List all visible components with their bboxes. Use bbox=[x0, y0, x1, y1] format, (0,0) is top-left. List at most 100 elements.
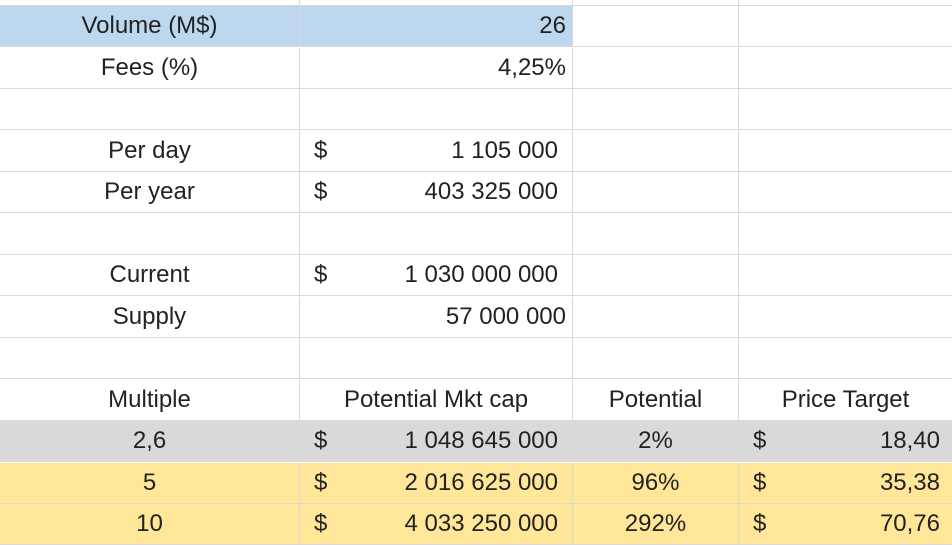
supply-value: 57 000 000 bbox=[445, 303, 566, 330]
grid-cell[interactable] bbox=[573, 131, 739, 172]
header-mkt-cap-cell[interactable]: Potential Mkt cap bbox=[300, 380, 573, 421]
grid-cell[interactable] bbox=[573, 48, 739, 89]
per-day-row: Per day $ 1 105 000 bbox=[0, 131, 952, 172]
potential-value: 2% bbox=[638, 427, 673, 454]
grid-cell[interactable] bbox=[739, 297, 952, 338]
grid-cell[interactable] bbox=[573, 338, 739, 379]
per-year-value: 403 325 000 bbox=[424, 178, 558, 205]
grid-cell[interactable] bbox=[300, 338, 573, 379]
grid-cell[interactable] bbox=[0, 214, 300, 255]
fees-row: Fees (%) 4,25% bbox=[0, 48, 952, 89]
multiple-value: 2,6 bbox=[132, 427, 167, 454]
mkt-cap-value: 2 016 625 000 bbox=[404, 469, 558, 496]
blank-row bbox=[0, 214, 952, 255]
currency-symbol: $ bbox=[314, 137, 328, 164]
multiple-value: 10 bbox=[136, 510, 163, 537]
fees-value-cell[interactable]: 4,25% bbox=[300, 48, 573, 89]
currency-symbol: $ bbox=[753, 469, 767, 496]
supply-label: Supply bbox=[112, 303, 187, 330]
price-target-cell[interactable]: $ 18,40 bbox=[739, 421, 952, 462]
price-target-value: 18,40 bbox=[879, 427, 940, 454]
mkt-cap-cell[interactable]: $ 4 033 250 000 bbox=[300, 504, 573, 545]
price-target-value: 70,76 bbox=[879, 510, 940, 537]
currency-symbol: $ bbox=[753, 510, 767, 537]
fees-label-cell[interactable]: Fees (%) bbox=[0, 48, 300, 89]
supply-value-cell[interactable]: 57 000 000 bbox=[300, 297, 573, 338]
current-value: 1 030 000 000 bbox=[404, 261, 558, 288]
volume-value: 26 bbox=[539, 12, 566, 39]
grid-cell[interactable] bbox=[573, 172, 739, 213]
table-row: 10 $ 4 033 250 000 292% $ 70,76 bbox=[0, 504, 952, 545]
header-potential: Potential bbox=[608, 386, 703, 413]
blank-row bbox=[0, 338, 952, 379]
volume-label: Volume (M$) bbox=[81, 12, 218, 39]
grid-cell[interactable] bbox=[739, 255, 952, 296]
supply-label-cell[interactable]: Supply bbox=[0, 297, 300, 338]
per-year-value-cell[interactable]: $ 403 325 000 bbox=[300, 172, 573, 213]
current-row: Current $ 1 030 000 000 bbox=[0, 255, 952, 296]
grid-cell[interactable] bbox=[573, 255, 739, 296]
current-label-cell[interactable]: Current bbox=[0, 255, 300, 296]
grid-cell[interactable] bbox=[739, 214, 952, 255]
price-target-cell[interactable]: $ 35,38 bbox=[739, 463, 952, 504]
currency-symbol: $ bbox=[314, 178, 328, 205]
current-value-cell[interactable]: $ 1 030 000 000 bbox=[300, 255, 573, 296]
per-day-label-cell[interactable]: Per day bbox=[0, 131, 300, 172]
price-target-value: 35,38 bbox=[879, 469, 940, 496]
grid-cell[interactable] bbox=[0, 89, 300, 130]
currency-symbol: $ bbox=[314, 261, 328, 288]
fees-value: 4,25% bbox=[497, 54, 566, 81]
current-label: Current bbox=[109, 261, 190, 288]
grid-cell[interactable] bbox=[573, 214, 739, 255]
grid-cell[interactable] bbox=[573, 89, 739, 130]
grid-cell[interactable] bbox=[0, 338, 300, 379]
mkt-cap-value: 1 048 645 000 bbox=[404, 427, 558, 454]
table-header-row: Multiple Potential Mkt cap Potential Pri… bbox=[0, 380, 952, 421]
currency-symbol: $ bbox=[314, 510, 328, 537]
per-day-label: Per day bbox=[108, 137, 191, 164]
multiple-cell[interactable]: 2,6 bbox=[0, 421, 300, 462]
grid-cell[interactable] bbox=[739, 172, 952, 213]
per-year-row: Per year $ 403 325 000 bbox=[0, 172, 952, 213]
header-potential-cell[interactable]: Potential bbox=[573, 380, 739, 421]
table-row: 2,6 $ 1 048 645 000 2% $ 18,40 bbox=[0, 421, 952, 462]
grid-cell[interactable] bbox=[739, 338, 952, 379]
potential-value: 292% bbox=[624, 510, 687, 537]
grid-cell[interactable] bbox=[300, 214, 573, 255]
currency-symbol: $ bbox=[314, 427, 328, 454]
header-mkt-cap: Potential Mkt cap bbox=[343, 386, 529, 413]
per-day-value: 1 105 000 bbox=[451, 137, 558, 164]
volume-label-cell[interactable]: Volume (M$) bbox=[0, 6, 300, 47]
header-price-target-cell[interactable]: Price Target bbox=[739, 380, 952, 421]
mkt-cap-cell[interactable]: $ 2 016 625 000 bbox=[300, 463, 573, 504]
grid-cell[interactable] bbox=[739, 89, 952, 130]
potential-cell[interactable]: 292% bbox=[573, 504, 739, 545]
supply-row: Supply 57 000 000 bbox=[0, 297, 952, 338]
currency-symbol: $ bbox=[314, 469, 328, 496]
header-price-target: Price Target bbox=[781, 386, 910, 413]
grid-cell[interactable] bbox=[573, 6, 739, 47]
currency-symbol: $ bbox=[753, 427, 767, 454]
multiple-cell[interactable]: 10 bbox=[0, 504, 300, 545]
potential-cell[interactable]: 96% bbox=[573, 463, 739, 504]
fees-label: Fees (%) bbox=[100, 54, 199, 81]
mkt-cap-cell[interactable]: $ 1 048 645 000 bbox=[300, 421, 573, 462]
multiple-cell[interactable]: 5 bbox=[0, 463, 300, 504]
header-multiple-cell[interactable]: Multiple bbox=[0, 380, 300, 421]
grid-cell[interactable] bbox=[739, 6, 952, 47]
multiple-value: 5 bbox=[142, 469, 157, 496]
volume-value-cell[interactable]: 26 bbox=[300, 6, 573, 47]
blank-row bbox=[0, 89, 952, 130]
spreadsheet-grid: Volume (M$) 26 Fees (%) 4,25% Per day $ … bbox=[0, 0, 952, 545]
per-day-value-cell[interactable]: $ 1 105 000 bbox=[300, 131, 573, 172]
grid-cell[interactable] bbox=[739, 48, 952, 89]
grid-cell[interactable] bbox=[573, 297, 739, 338]
potential-cell[interactable]: 2% bbox=[573, 421, 739, 462]
potential-value: 96% bbox=[631, 469, 680, 496]
per-year-label-cell[interactable]: Per year bbox=[0, 172, 300, 213]
grid-cell[interactable] bbox=[739, 131, 952, 172]
mkt-cap-value: 4 033 250 000 bbox=[404, 510, 558, 537]
grid-cell[interactable] bbox=[300, 89, 573, 130]
price-target-cell[interactable]: $ 70,76 bbox=[739, 504, 952, 545]
header-multiple: Multiple bbox=[108, 386, 191, 413]
